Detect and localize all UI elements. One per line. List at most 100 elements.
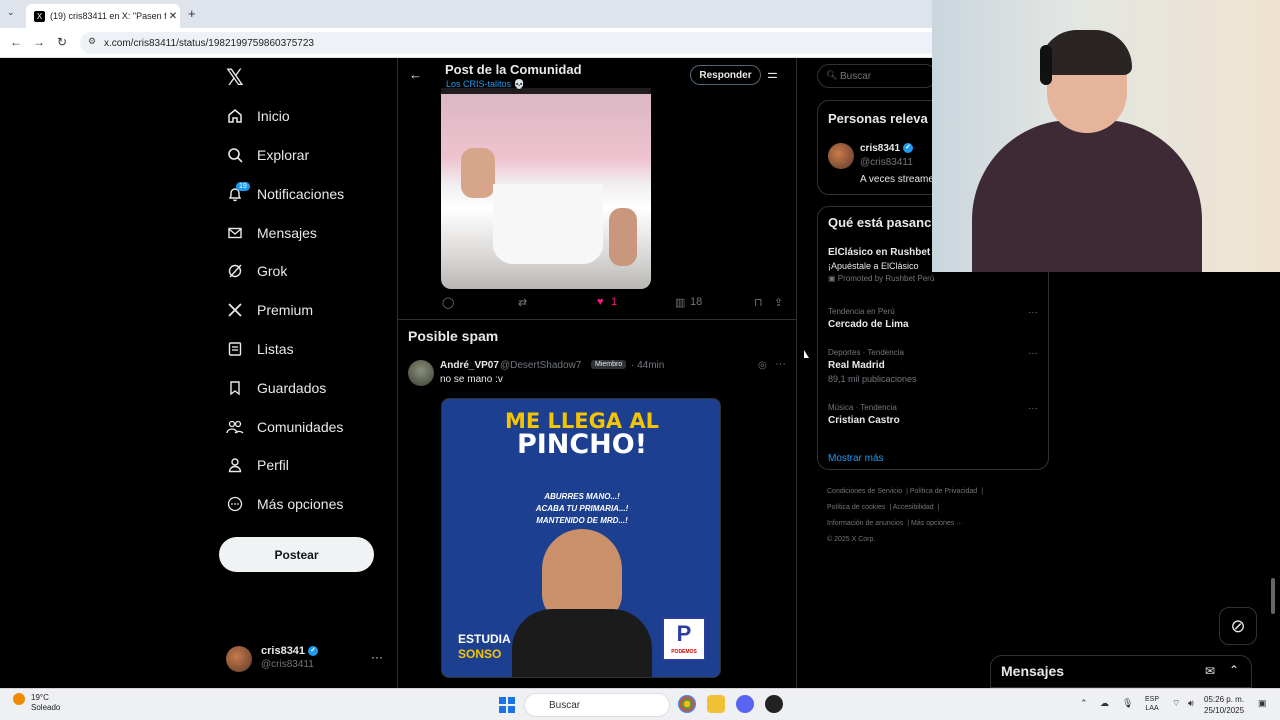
network-icon[interactable]: ☁ xyxy=(1100,698,1109,709)
close-tab-icon[interactable]: ✕ xyxy=(166,11,180,22)
back-arrow-icon[interactable]: ← xyxy=(409,67,422,82)
tray-chevron-icon[interactable]: ⌃ xyxy=(1080,698,1088,709)
x-logo-icon[interactable]: 𝕏 xyxy=(226,66,244,91)
more-dots-icon[interactable]: ··· xyxy=(1028,403,1038,414)
volume-icon[interactable]: 🔊︎ xyxy=(1188,698,1194,709)
language-indicator[interactable]: ESP LAA xyxy=(1145,695,1159,713)
nav-label: Listas xyxy=(257,341,294,357)
show-more-link[interactable]: Mostrar más xyxy=(828,453,884,464)
obs-icon[interactable] xyxy=(765,695,783,713)
community-link[interactable]: Los CRIS-talitos 💀 xyxy=(446,79,525,90)
footer-link[interactable]: Política de Privacidad xyxy=(910,488,977,495)
discord-icon[interactable] xyxy=(736,695,754,713)
settings-sliders-icon[interactable]: ⚌ xyxy=(767,67,778,81)
main-timeline: ← Post de la Comunidad Los CRIS-talitos … xyxy=(397,58,797,688)
back-icon[interactable]: ← xyxy=(10,35,22,49)
browser-tab[interactable]: X (19) cris83411 en X: "Pasen fotos ✕ xyxy=(26,4,180,28)
nav-label: Notificaciones xyxy=(257,186,345,202)
nav-label: Más opciones xyxy=(257,496,344,512)
reply-button[interactable]: Responder xyxy=(690,65,761,85)
clock[interactable]: 05:26 p. m. 25/10/2025 xyxy=(1204,694,1244,716)
search-icon xyxy=(226,146,244,164)
grok-fab-icon[interactable]: ⊘ xyxy=(1219,607,1257,645)
trend-item[interactable]: Música · Tendencia Cristian Castro ··· xyxy=(828,403,1043,426)
file-explorer-icon[interactable] xyxy=(707,695,725,713)
post-image[interactable] xyxy=(441,88,651,289)
bookmark-icon[interactable]: ⊓ xyxy=(754,296,763,309)
forward-icon[interactable]: → xyxy=(33,35,45,49)
tweet-author-handle[interactable]: @DesertShadow7 xyxy=(500,360,581,371)
repost-icon[interactable]: ⇄ xyxy=(518,296,527,309)
trend-item[interactable]: Tendencia en Perú Cercado de Lima ··· xyxy=(828,307,1043,330)
divider xyxy=(398,319,796,320)
nav-item-mensajes[interactable]: Mensajes xyxy=(226,220,317,246)
party-logo: P PODEMOS xyxy=(662,617,706,661)
like-count: 1 xyxy=(611,296,618,308)
new-tab-icon[interactable]: + xyxy=(188,6,196,21)
card-title: Personas releva xyxy=(828,111,928,126)
notification-icon[interactable]: ▣ xyxy=(1258,698,1267,709)
image-detail xyxy=(493,184,603,264)
tweet-actions: ◯ ⇄ ♥ 1 ▥ 18 ⊓ ⇪ xyxy=(398,296,796,312)
tab-list-icon[interactable]: ⌄ xyxy=(7,7,15,18)
mail-icon xyxy=(226,224,244,242)
nav-item-inicio[interactable]: Inicio xyxy=(226,103,290,129)
more-dots-icon[interactable]: ··· xyxy=(371,650,383,664)
image-detail xyxy=(609,208,637,266)
messages-drawer[interactable]: Mensajes ✉ ⌃ xyxy=(990,655,1252,688)
verified-icon: ✓ xyxy=(903,143,914,154)
new-message-icon[interactable]: ✉ xyxy=(1205,664,1215,678)
nav-item-listas[interactable]: Listas xyxy=(226,336,294,362)
nav-item-guardados[interactable]: Guardados xyxy=(226,375,326,401)
views-icon[interactable]: ▥ xyxy=(675,296,685,309)
trend-item[interactable]: Deportes · Tendencia Real Madrid 89,1 mi… xyxy=(828,348,1043,384)
more-dots-icon[interactable]: ··· xyxy=(1028,307,1038,318)
url-input[interactable]: x.com/cris83411/status/19821997598603757… xyxy=(80,32,940,54)
nav-item-notificaciones[interactable]: 19 Notificaciones xyxy=(226,181,344,207)
weather-widget[interactable]: 19°C Soleado xyxy=(13,693,60,713)
nav-item-premium[interactable]: Premium xyxy=(226,297,313,323)
reply-icon[interactable]: ◯ xyxy=(442,296,454,309)
avatar[interactable] xyxy=(828,143,854,169)
tweet-time[interactable]: · 44min xyxy=(631,360,664,371)
tweet-author-name[interactable]: André_VP07 xyxy=(440,360,499,371)
reload-icon[interactable]: ↻ xyxy=(57,35,67,49)
tweet-image[interactable]: ME LLEGA AL PINCHO! ABURRES MANO...! ACA… xyxy=(441,398,721,678)
more-dots-icon[interactable]: ··· xyxy=(1028,348,1038,359)
share-icon[interactable]: ⇪ xyxy=(774,296,783,309)
taskbar-search[interactable]: Buscar xyxy=(524,693,670,717)
card-title: Qué está pasanc xyxy=(828,215,932,230)
image-detail xyxy=(461,148,495,198)
drawer-title: Mensajes xyxy=(1001,663,1065,679)
footer-link[interactable]: Más opciones ··· xyxy=(911,520,963,527)
user-handle[interactable]: @cris83411 xyxy=(860,157,913,168)
more-dots-icon[interactable]: ··· xyxy=(775,358,786,370)
avatar[interactable] xyxy=(408,360,434,386)
expand-icon[interactable]: ⌃ xyxy=(1229,663,1239,677)
chrome-icon[interactable] xyxy=(678,695,696,713)
site-info-icon[interactable]: ⚙ xyxy=(88,36,96,47)
account-switcher[interactable]: cris8341 ✓ @cris83411 ··· xyxy=(226,644,386,674)
search-input[interactable]: Buscar xyxy=(817,64,937,88)
nav-item-grok[interactable]: Grok xyxy=(226,258,287,284)
windows-taskbar: 19°CSoleado ⚲ Buscar ⌃ ☁ 🎙︎ ESPLAA ⌔ 🔊︎ … xyxy=(0,688,1280,720)
footer-link[interactable]: Condiciones de Servicio xyxy=(827,488,902,495)
nav-item-explorar[interactable]: Explorar xyxy=(226,142,309,168)
grok-icon[interactable]: ◎ xyxy=(758,360,767,371)
user-name[interactable]: cris8341 ✓ xyxy=(860,143,914,154)
nav-item-perfil[interactable]: Perfil xyxy=(226,452,289,478)
nav-item-mas-opciones[interactable]: Más opciones xyxy=(226,491,343,517)
webcam-hair xyxy=(1040,30,1132,75)
footer-link[interactable]: Información de anuncios xyxy=(827,520,903,527)
post-button[interactable]: Postear xyxy=(219,537,374,572)
footer-link[interactable]: Política de cookies xyxy=(827,504,885,511)
windows-start-icon[interactable] xyxy=(499,697,515,713)
sun-icon xyxy=(13,693,25,705)
microphone-icon[interactable]: 🎙︎ xyxy=(1122,698,1133,709)
like-icon[interactable]: ♥ xyxy=(597,296,604,308)
scrollbar[interactable] xyxy=(1271,578,1275,614)
footer-link[interactable]: Accesibilidad xyxy=(893,504,934,511)
nav-item-comunidades[interactable]: Comunidades xyxy=(226,414,343,440)
account-handle: @cris83411 xyxy=(261,659,314,670)
wifi-icon[interactable]: ⌔ xyxy=(1172,698,1180,709)
